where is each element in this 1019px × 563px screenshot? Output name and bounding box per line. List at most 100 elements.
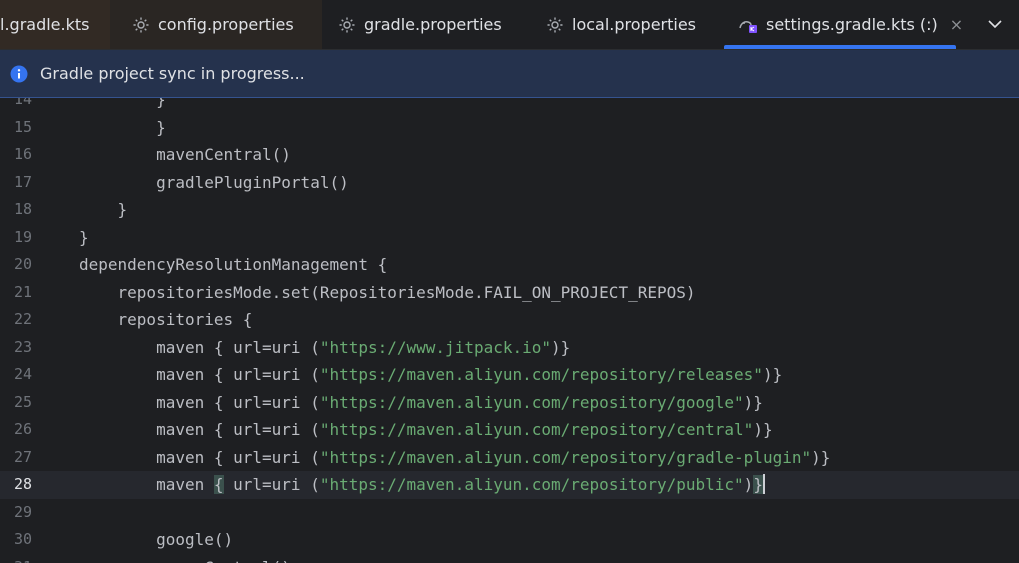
tab-label: local.properties	[572, 15, 697, 34]
line-number: 27	[13, 447, 32, 466]
code-text: repositories {	[79, 306, 253, 334]
tab-gradle-properties[interactable]: gradle.properties	[338, 0, 528, 49]
line-number: 14	[13, 98, 32, 108]
tab-config-properties[interactable]: config.properties	[110, 0, 322, 49]
code-line[interactable]: 17 gradlePluginPortal()	[0, 169, 1019, 197]
line-number: 30	[13, 530, 32, 548]
code-text: maven { url=uri ("https://maven.aliyun.c…	[79, 389, 763, 417]
code-segment: mavenCentral()	[79, 145, 291, 164]
code-segment: repositoriesMode.set(RepositoriesMode.FA…	[79, 282, 696, 302]
text-caret	[762, 474, 765, 494]
gear-icon	[338, 16, 356, 34]
code-segment: }	[79, 98, 166, 109]
code-segment: maven	[79, 475, 214, 494]
code-line[interactable]: 19}	[0, 224, 1019, 252]
line-number: 17	[13, 172, 32, 191]
code-segment: )}	[753, 420, 773, 439]
string-literal: "https://www.jitpack.io"	[319, 337, 552, 357]
code-segment: maven { url=uri (	[79, 392, 320, 412]
code-line[interactable]: 15 }	[0, 114, 1019, 142]
line-number: 19	[13, 227, 32, 246]
matched-brace: }	[753, 475, 763, 494]
tab-build-gradle-kts[interactable]: l.gradle.kts	[0, 0, 110, 49]
code-segment: url=uri (	[223, 475, 320, 494]
code-line[interactable]: 28 maven { url=uri ("https://maven.aliyu…	[0, 471, 1019, 499]
code-line[interactable]: 30 google()	[0, 526, 1019, 554]
code-text: maven { url=uri ("https://maven.aliyun.c…	[79, 361, 782, 389]
string-literal: "https://maven.aliyun.com/repository/gra…	[319, 447, 812, 467]
code-line[interactable]: 18 }	[0, 196, 1019, 224]
code-segment: maven { url=uri (	[79, 365, 320, 384]
editor-tab-bar: l.gradle.kts config.properties gradle.pr…	[0, 0, 1019, 50]
line-number: 21	[13, 282, 32, 301]
code-segment: )	[743, 475, 754, 494]
line-number: 16	[13, 145, 32, 163]
tab-label: settings.gradle.kts (:)	[766, 15, 938, 34]
tab-label: config.properties	[158, 15, 294, 34]
code-segment: )}	[811, 447, 831, 467]
code-line[interactable]: 21 repositoriesMode.set(RepositoriesMode…	[0, 279, 1019, 307]
line-number: 29	[13, 502, 32, 521]
code-segment: google()	[79, 530, 234, 549]
line-number: 28	[13, 475, 32, 493]
matched-brace: {	[213, 475, 224, 494]
code-line[interactable]: 31 mavenCentral()	[0, 554, 1019, 563]
gradle-kts-icon	[738, 16, 758, 34]
code-line[interactable]: 24 maven { url=uri ("https://maven.aliyu…	[0, 361, 1019, 389]
line-number: 23	[13, 337, 32, 356]
code-segment: maven { url=uri (	[79, 420, 320, 439]
code-line[interactable]: 14 }	[0, 98, 1019, 114]
code-text: }	[79, 196, 128, 224]
code-text: maven { url=uri ("https://maven.aliyun.c…	[79, 416, 773, 444]
code-segment: mavenCentral()	[79, 558, 291, 563]
line-number: 22	[13, 310, 32, 328]
string-literal: "https://maven.aliyun.com/repository/cen…	[319, 420, 754, 439]
code-segment: )}	[743, 392, 763, 412]
line-number: 18	[13, 200, 32, 218]
code-text: repositoriesMode.set(RepositoriesMode.FA…	[79, 279, 696, 307]
line-number: 26	[13, 420, 32, 438]
code-segment: maven { url=uri (	[79, 337, 320, 357]
line-number: 25	[13, 392, 32, 411]
code-segment: )}	[551, 337, 571, 357]
code-text: mavenCentral()	[79, 554, 291, 563]
info-icon	[10, 65, 28, 83]
line-number: 20	[13, 255, 32, 273]
code-text: }	[79, 114, 166, 142]
code-segment: gradlePluginPortal()	[79, 172, 349, 192]
code-segment: }	[79, 117, 166, 137]
code-segment: }	[79, 200, 128, 219]
code-segment: }	[79, 227, 89, 247]
code-text: gradlePluginPortal()	[79, 169, 349, 197]
close-tab-icon[interactable]: ×	[950, 15, 963, 34]
code-editor[interactable]: 14 } 15 } 16 mavenCentral() 17 gradlePlugin…	[0, 98, 1019, 563]
code-line[interactable]: 26 maven { url=uri ("https://maven.aliyu…	[0, 416, 1019, 444]
string-literal: "https://maven.aliyun.com/repository/rel…	[319, 365, 763, 384]
chevron-down-icon[interactable]	[985, 14, 1005, 34]
code-line[interactable]: 22 repositories {	[0, 306, 1019, 334]
code-text: }	[79, 224, 89, 252]
line-number: 24	[13, 365, 32, 383]
code-line[interactable]: 20 dependencyResolutionManagement {	[0, 251, 1019, 279]
code-text: dependencyResolutionManagement {	[79, 251, 387, 279]
code-text: }	[79, 98, 166, 114]
string-literal: "https://maven.aliyun.com/repository/pub…	[319, 475, 744, 494]
code-line[interactable]: 29	[0, 499, 1019, 527]
code-line[interactable]: 25 maven { url=uri ("https://maven.aliyu…	[0, 389, 1019, 417]
code-text: maven { url=uri ("https://maven.aliyun.c…	[79, 444, 830, 472]
code-segment: )}	[762, 365, 783, 384]
sync-notification-banner: Gradle project sync in progress...	[0, 50, 1019, 98]
tab-label: l.gradle.kts	[0, 15, 90, 34]
code-line[interactable]: 23 maven { url=uri ("https://www.jitpack…	[0, 334, 1019, 362]
tab-settings-gradle-kts[interactable]: settings.gradle.kts (:) ×	[724, 0, 963, 49]
gear-icon	[546, 16, 564, 34]
code-text: mavenCentral()	[79, 141, 291, 169]
code-text: maven { url=uri ("https://www.jitpack.io…	[79, 334, 570, 362]
tab-local-properties[interactable]: local.properties	[546, 0, 716, 49]
banner-text: Gradle project sync in progress...	[40, 64, 305, 83]
code-text: google()	[79, 526, 233, 554]
code-line[interactable]: 27 maven { url=uri ("https://maven.aliyu…	[0, 444, 1019, 472]
tab-label: gradle.properties	[364, 15, 502, 34]
code-line[interactable]: 16 mavenCentral()	[0, 141, 1019, 169]
line-number: 15	[13, 117, 32, 136]
